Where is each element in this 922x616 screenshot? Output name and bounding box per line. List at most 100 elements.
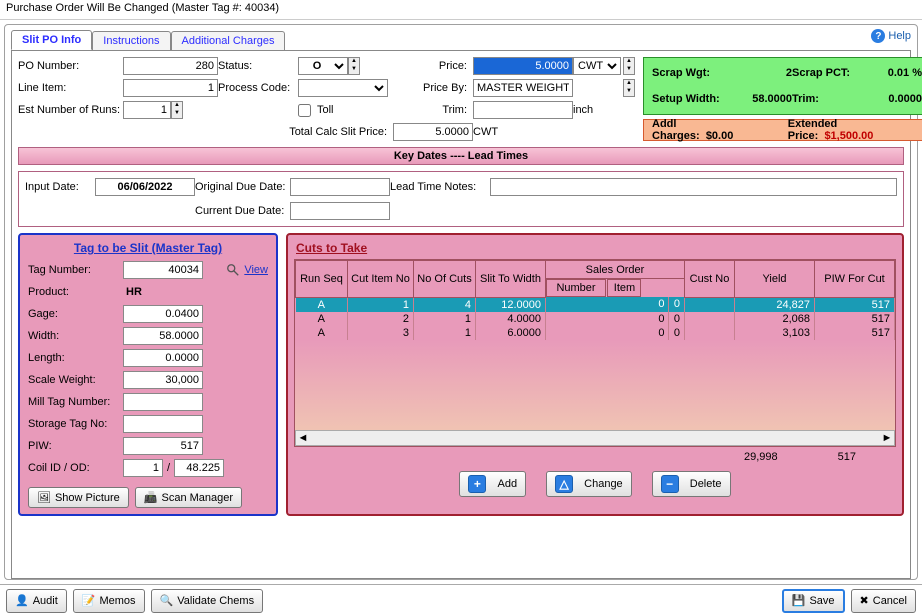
tab-instructions[interactable]: Instructions: [92, 31, 170, 50]
help-icon: ?: [871, 29, 885, 43]
trim-unit: inch: [573, 104, 623, 116]
lead-notes-field[interactable]: [490, 178, 897, 196]
coil-id-value: [123, 459, 163, 477]
col-noofcuts: No Of Cuts: [414, 261, 476, 298]
delete-cut-button[interactable]: − Delete: [652, 471, 731, 497]
input-date-field[interactable]: [95, 178, 195, 196]
minus-icon: −: [661, 475, 679, 493]
mill-tag-input[interactable]: [123, 393, 203, 411]
yield-total: 29,998: [744, 451, 778, 463]
cuts-panel-title: Cuts to Take: [296, 241, 896, 255]
memos-button[interactable]: 📝Memos: [73, 589, 145, 613]
current-due-label: Current Due Date:: [195, 205, 290, 217]
trim-input[interactable]: [473, 101, 573, 119]
mill-tag-label: Mill Tag Number:: [28, 396, 123, 408]
tag-number-input[interactable]: [123, 261, 203, 279]
scanner-icon: 📠: [144, 491, 158, 504]
price-input[interactable]: [473, 57, 573, 75]
validate-chems-button[interactable]: 🔍Validate Chems: [151, 589, 264, 613]
toll-label: Toll: [317, 104, 334, 116]
change-cut-button[interactable]: △ Change: [546, 471, 632, 497]
status-label: Status:: [218, 60, 298, 72]
coil-id-od-label: Coil ID / OD:: [28, 462, 123, 474]
col-custno: Cust No: [685, 261, 735, 298]
disk-icon: 💾: [792, 594, 806, 607]
coil-sep: /: [167, 462, 170, 474]
line-item-input[interactable]: [123, 79, 218, 97]
est-runs-spinner[interactable]: ▲▼: [171, 101, 183, 119]
col-piwforcut: PIW For Cut: [815, 261, 895, 298]
scale-weight-value: [123, 371, 203, 389]
plus-icon: +: [468, 475, 486, 493]
col-yield: Yield: [735, 261, 815, 298]
col-salesorder-number: Number: [546, 279, 606, 297]
grid-hscroll[interactable]: ◄ ►: [295, 430, 895, 446]
charges-box: Addl Charges: $0.00 Extended Price: $1,5…: [643, 119, 922, 141]
view-link[interactable]: View: [244, 264, 268, 276]
status-select[interactable]: O: [298, 57, 348, 75]
scrap-summary-box: Scrap Wgt:2 Scrap PCT:0.01 % Setup Width…: [643, 57, 922, 115]
po-number-input[interactable]: [123, 57, 218, 75]
length-value: [123, 349, 203, 367]
line-item-label: Line Item:: [18, 82, 123, 94]
total-calc-label: Total Calc Slit Price:: [18, 126, 393, 138]
col-cutitemno: Cut Item No: [348, 261, 414, 298]
product-value: [123, 283, 203, 301]
price-label: Price:: [393, 60, 473, 72]
piw-value: [123, 437, 203, 455]
search-icon: 🔍: [160, 594, 174, 607]
scroll-right-icon[interactable]: ►: [880, 432, 894, 444]
total-calc-unit: CWT: [473, 126, 573, 138]
price-by-input[interactable]: [473, 79, 573, 97]
search-tag-icon[interactable]: [226, 263, 240, 277]
save-button[interactable]: 💾Save: [782, 589, 845, 613]
cancel-button[interactable]: ✖Cancel: [851, 589, 916, 613]
est-runs-label: Est Number of Runs:: [18, 104, 123, 116]
price-unit-select[interactable]: CWT: [573, 57, 621, 75]
tab-addl-charges[interactable]: Additional Charges: [171, 31, 286, 50]
table-row[interactable]: A214.0000002,068517: [296, 312, 895, 326]
price-unit-spinner[interactable]: ▲▼: [623, 57, 635, 75]
cuts-table[interactable]: Run Seq Cut Item No No Of Cuts Slit To W…: [295, 260, 895, 340]
process-code-select[interactable]: [298, 79, 388, 97]
piw-label: PIW:: [28, 440, 123, 452]
price-by-spinner[interactable]: ▲▼: [623, 79, 635, 97]
toll-checkbox[interactable]: [298, 104, 311, 117]
col-runseq: Run Seq: [296, 261, 348, 298]
price-by-label: Price By:: [393, 82, 473, 94]
picture-icon: 🖼: [37, 491, 51, 504]
table-row[interactable]: A316.0000003,103517: [296, 326, 895, 340]
po-number-label: PO Number:: [18, 60, 123, 72]
col-salesorder-item: Item: [607, 279, 641, 297]
current-due-field[interactable]: [290, 202, 390, 220]
status-spinner[interactable]: ▲▼: [348, 57, 360, 75]
scale-weight-label: Scale Weight:: [28, 374, 123, 386]
original-due-label: Original Due Date:: [195, 181, 290, 193]
input-date-label: Input Date:: [25, 181, 95, 193]
process-code-label: Process Code:: [218, 82, 298, 94]
lead-notes-label: Lead Time Notes:: [390, 181, 490, 193]
est-runs-input[interactable]: [123, 101, 171, 119]
width-value: [123, 327, 203, 345]
gage-value: [123, 305, 203, 323]
add-cut-button[interactable]: + Add: [459, 471, 526, 497]
col-salesorder: Sales Order: [546, 261, 685, 279]
storage-tag-input[interactable]: [123, 415, 203, 433]
length-label: Length:: [28, 352, 123, 364]
audit-icon: 👤: [15, 594, 29, 607]
piw-total: 517: [838, 451, 856, 463]
show-picture-button[interactable]: 🖼 Show Picture: [28, 487, 129, 508]
storage-tag-label: Storage Tag No:: [28, 418, 123, 430]
scan-manager-button[interactable]: 📠 Scan Manager: [135, 487, 242, 508]
tab-slit-po-info[interactable]: Slit PO Info: [11, 30, 92, 50]
cancel-icon: ✖: [860, 594, 869, 607]
product-label: Product:: [28, 286, 123, 298]
tag-number-label: Tag Number:: [28, 264, 123, 276]
original-due-field[interactable]: [290, 178, 390, 196]
total-calc-value: [393, 123, 473, 141]
audit-button[interactable]: 👤Audit: [6, 589, 67, 613]
table-row[interactable]: A1412.00000024,827517: [296, 297, 895, 312]
col-slittowidth: Slit To Width: [476, 261, 546, 298]
scroll-left-icon[interactable]: ◄: [296, 432, 310, 444]
help-button[interactable]: ? Help: [871, 29, 911, 43]
